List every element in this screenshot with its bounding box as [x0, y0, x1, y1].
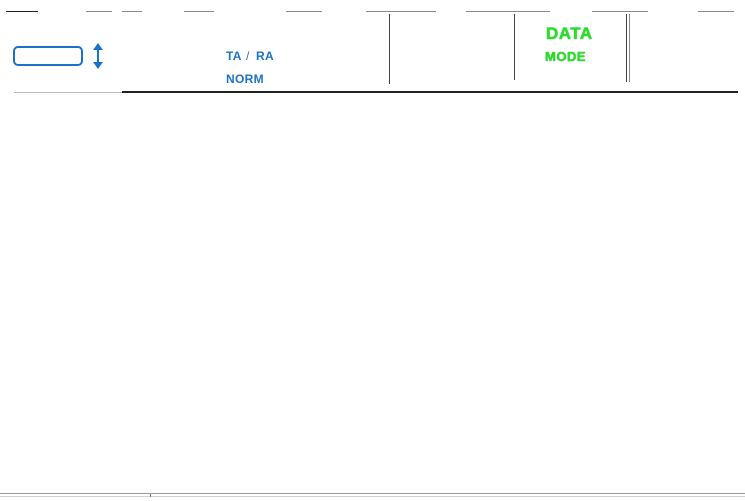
up-down-arrow-icon[interactable] [92, 43, 104, 69]
top-edge-line [466, 11, 550, 12]
display-mode-norm[interactable]: NORM [226, 72, 264, 86]
header-divider-line [14, 92, 122, 93]
top-edge-line [86, 11, 112, 12]
top-edge-line [6, 11, 38, 12]
top-edge-line [698, 11, 734, 12]
bottom-tick [150, 494, 151, 497]
header-divider [626, 14, 627, 82]
top-edge-line [286, 11, 322, 12]
mode-label[interactable]: MODE [545, 49, 586, 64]
transponder-mode-ra[interactable]: RA [256, 49, 274, 63]
top-edge-line [366, 11, 436, 12]
top-edge-line [592, 11, 648, 12]
top-edge-line [184, 11, 214, 12]
squawk-code-field[interactable] [13, 46, 83, 66]
header-divider-line [122, 91, 738, 93]
header-divider [389, 14, 390, 84]
transponder-mode-separator: / [246, 49, 250, 63]
top-edge-line [122, 11, 142, 12]
bottom-edge-line [0, 496, 745, 497]
cockpit-display: TA / RA NORM DATA MODE [0, 0, 745, 501]
header-divider [514, 14, 515, 80]
data-label[interactable]: DATA [546, 24, 593, 44]
bottom-edge-line [0, 493, 745, 494]
transponder-mode-ta[interactable]: TA [226, 49, 242, 63]
header-divider [629, 14, 630, 82]
